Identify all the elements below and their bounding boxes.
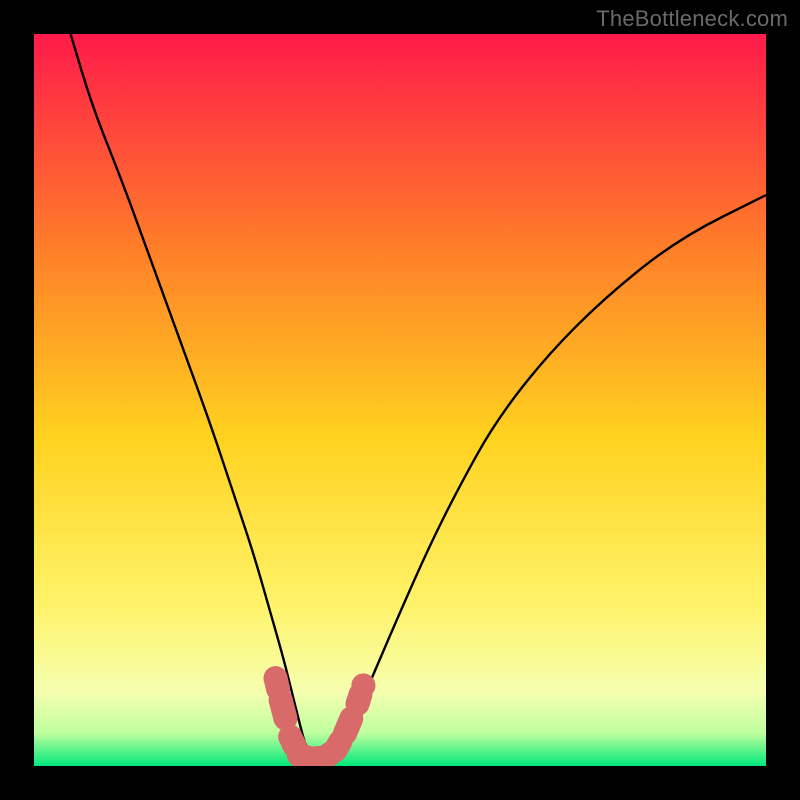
gradient-background <box>34 34 766 766</box>
marker-dot <box>264 666 288 690</box>
plot-area <box>34 34 766 766</box>
marker-dot <box>351 673 375 697</box>
bottleneck-chart <box>34 34 766 766</box>
watermark-text: TheBottleneck.com <box>596 6 788 32</box>
marker-dot <box>269 688 293 712</box>
chart-frame: TheBottleneck.com <box>0 0 800 800</box>
marker-dot <box>333 721 357 745</box>
